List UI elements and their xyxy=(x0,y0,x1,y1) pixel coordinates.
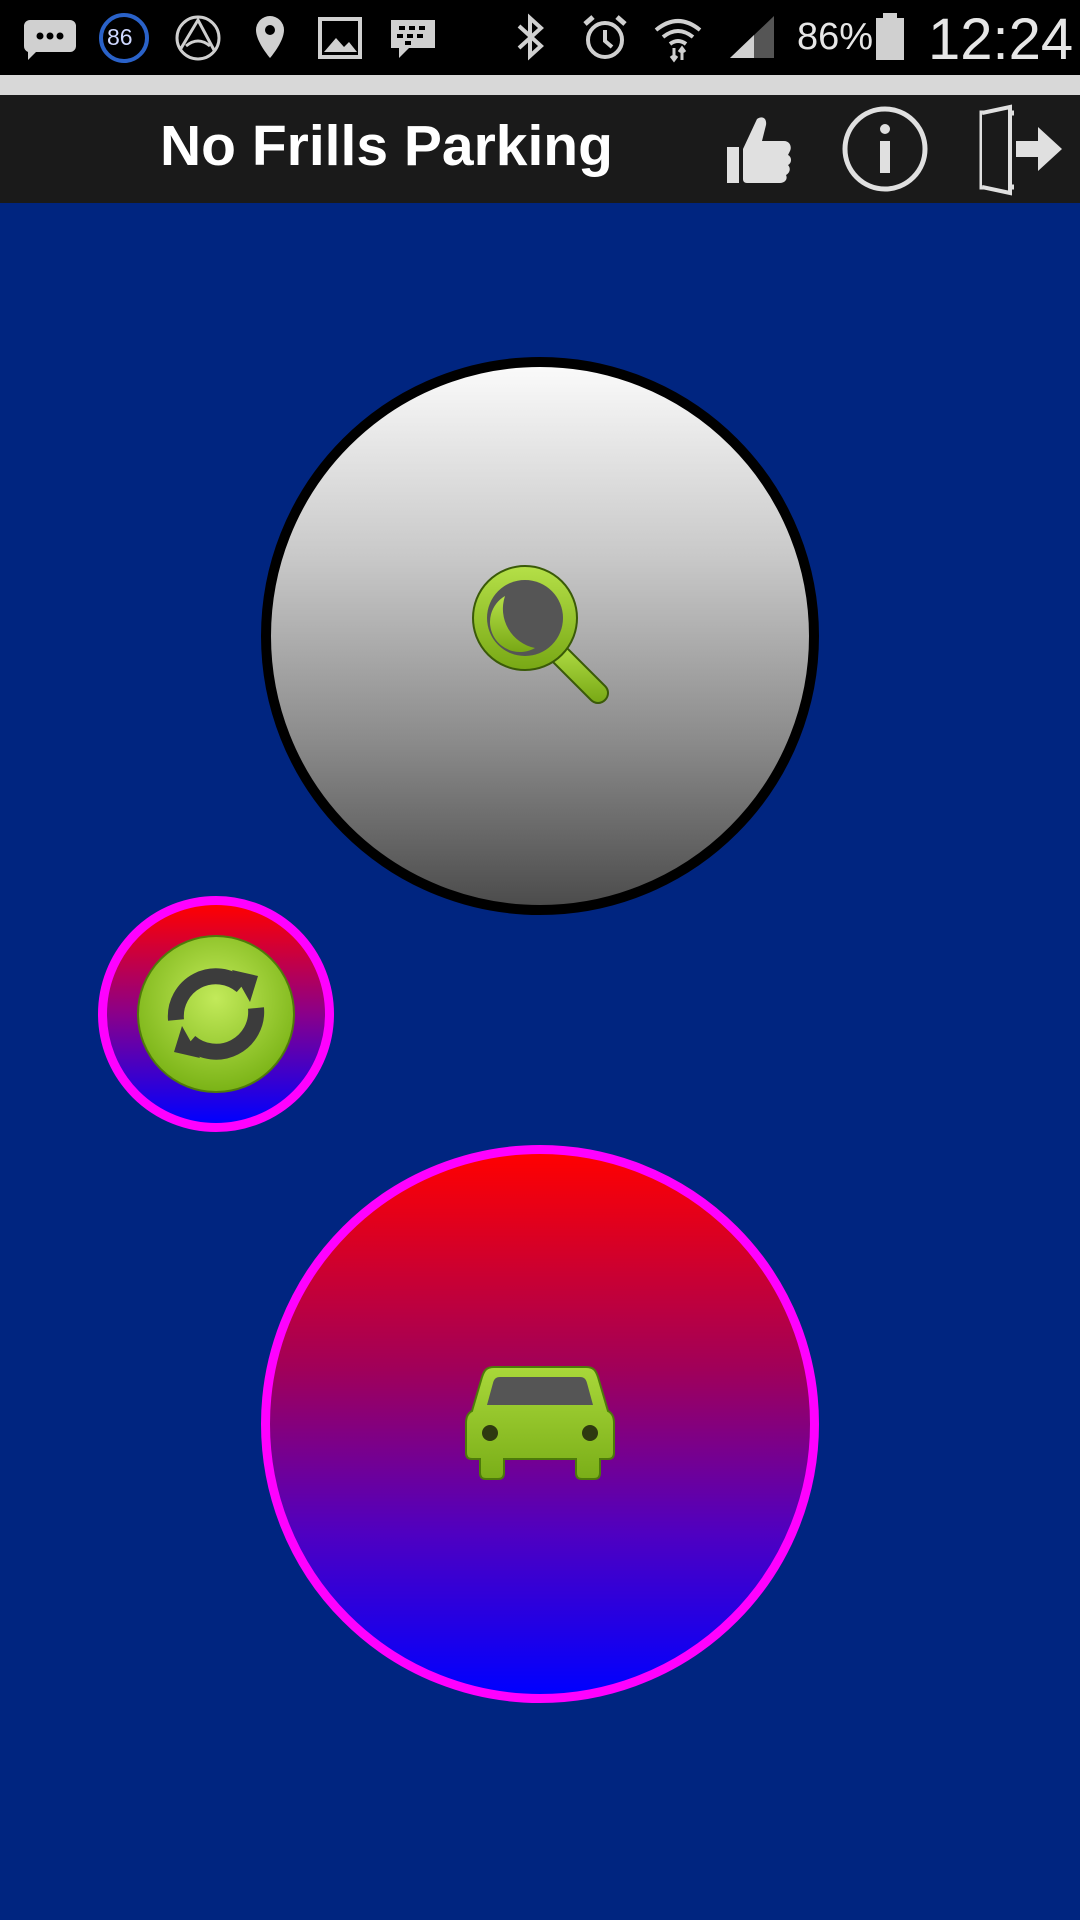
search-button[interactable] xyxy=(261,357,819,915)
gallery-icon xyxy=(318,17,362,59)
messages-icon xyxy=(23,20,77,60)
park-car-button[interactable] xyxy=(261,1145,819,1703)
exit-button[interactable] xyxy=(970,99,1070,199)
alarm-icon xyxy=(583,15,627,59)
bluetooth-icon xyxy=(517,13,544,61)
info-icon xyxy=(842,106,928,192)
like-button[interactable] xyxy=(705,99,805,199)
wifi-icon xyxy=(654,19,702,63)
exit-icon xyxy=(979,104,1062,196)
info-button[interactable] xyxy=(835,99,935,199)
notification-badge: 86 xyxy=(107,24,133,50)
blackberry-icon xyxy=(391,20,435,58)
battery-percent: 86% xyxy=(797,16,874,58)
arc-app-icon xyxy=(175,15,221,61)
battery-icon xyxy=(876,13,904,60)
signal-icon xyxy=(730,16,774,58)
magnifier-icon xyxy=(472,565,609,704)
refresh-button[interactable] xyxy=(98,896,334,1132)
status-divider xyxy=(0,75,1080,95)
clock: 12:24 xyxy=(928,7,1074,72)
action-bar: No Frills Parking xyxy=(0,95,1080,203)
thumbs-up-icon xyxy=(727,117,791,183)
refresh-icon xyxy=(137,935,295,1093)
location-icon xyxy=(256,16,284,58)
status-bar: 86 86% 12:24 xyxy=(0,0,1080,75)
app-title: No Frills Parking xyxy=(160,114,613,178)
car-icon xyxy=(465,1366,615,1480)
